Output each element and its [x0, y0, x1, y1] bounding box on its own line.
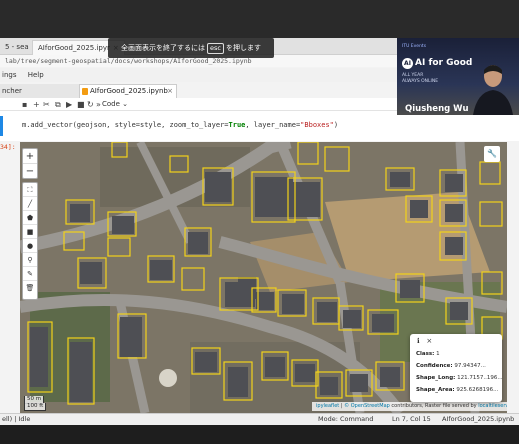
file-name-status: AIforGood_2025.ipynb: [442, 415, 515, 423]
popup-value: 925.6268196...: [456, 387, 499, 393]
events-label: ITU Events: [402, 44, 427, 49]
code-text: , layer_name=: [245, 121, 301, 129]
screen-frame: 5 - sea × AIforGood_2025.ipyr × lab/tree/s…: [0, 0, 519, 444]
popup-value: 97.94347...: [454, 363, 486, 369]
fullscreen-exit-notice: 全画面表示を終了するには esc を押します: [108, 38, 274, 58]
notebook-tab[interactable]: AIforGood_2025.ipynb ×: [79, 84, 177, 98]
tagline: ALL YEAR: [402, 73, 424, 78]
popup-label: Confidence:: [416, 363, 453, 369]
code-string: "Bboxes": [300, 121, 334, 129]
browser-tab-label: 5 - sea: [5, 43, 29, 51]
browser-chrome-top: [0, 0, 519, 38]
presenter-figure: [473, 65, 513, 115]
add-cell-icon[interactable]: +: [33, 99, 40, 110]
esc-key-label: esc: [207, 43, 224, 54]
screen-bottom-edge: [0, 425, 519, 444]
status-bar: ell) | Idle Mode: Command Ln 7, Col 15 A…: [0, 413, 519, 425]
menu-settings[interactable]: ings: [2, 71, 16, 79]
attribution-link[interactable]: ipyleaflet: [316, 403, 339, 409]
zoom-out-button[interactable]: −: [23, 164, 37, 179]
menu-help[interactable]: Help: [28, 71, 44, 79]
popup-label: Shape_Long:: [416, 375, 456, 381]
zoom-control: + −: [22, 148, 38, 179]
presenter-name: Qiusheng Wu: [405, 104, 469, 114]
fullscreen-icon[interactable]: ⛶: [23, 183, 37, 197]
fast-forward-icon[interactable]: »: [96, 99, 101, 110]
delete-icon[interactable]: 🗑: [23, 281, 37, 295]
chevron-down-icon: ⌄: [122, 100, 129, 108]
attribution-text: contributors, Raster file served by: [391, 403, 477, 409]
launcher-label: ncher: [2, 87, 22, 95]
browser-tab-label: AIforGood_2025.ipyr: [38, 44, 110, 52]
polygon-icon[interactable]: ⬟: [23, 211, 37, 225]
notebook-icon: [82, 88, 88, 95]
info-icon[interactable]: ℹ: [417, 337, 420, 345]
code-keyword: True: [228, 121, 246, 129]
close-icon[interactable]: ×: [167, 85, 173, 98]
cell-type-value: Code: [102, 100, 120, 108]
launcher-tab[interactable]: ncher: [0, 84, 79, 98]
edit-icon[interactable]: ✎: [23, 267, 37, 281]
notice-text: 全画面表示を終了するには: [121, 44, 206, 52]
close-icon[interactable]: ×: [426, 337, 432, 345]
output-prompt: 34]:: [0, 143, 16, 151]
active-cell-indicator: [0, 116, 3, 136]
feature-popup: ℹ × Class: 1 Confidence: 97.94347... Sha…: [410, 334, 503, 402]
circle-icon[interactable]: ●: [23, 239, 37, 253]
rectangle-icon[interactable]: ■: [23, 225, 37, 239]
url-text: lab/tree/segment-geospatial/docs/worksho…: [5, 57, 252, 65]
copy-icon[interactable]: ⧉: [55, 99, 61, 110]
stop-icon[interactable]: ■: [77, 99, 85, 110]
save-icon[interactable]: ▪: [22, 99, 27, 110]
code-text: m.add_vector(geojson, style=style, zoom_…: [22, 121, 229, 129]
tagline: ALWAYS ONLINE: [402, 79, 439, 84]
draw-toolbar: ⛶ ╱ ⬟ ■ ● ⚲ ✎ 🗑: [22, 182, 38, 300]
brand-name: AI for Good: [415, 58, 473, 68]
notice-text: を押します: [225, 44, 261, 52]
cursor-position[interactable]: Ln 7, Col 15: [392, 414, 431, 425]
attribution-link[interactable]: © OpenStreetMap: [344, 403, 390, 409]
popup-value: 1: [436, 351, 440, 357]
kernel-status[interactable]: ell) | Idle: [2, 414, 30, 425]
cut-icon[interactable]: ✂: [43, 99, 50, 110]
marker-icon[interactable]: ⚲: [23, 253, 37, 267]
restart-icon[interactable]: ↻: [87, 99, 94, 110]
popup-value: 121.7157..196...: [457, 375, 503, 381]
wrench-icon[interactable]: 🔧: [484, 146, 500, 162]
popup-label: Class:: [416, 351, 435, 357]
ai-for-good-logo: AI AI for Good: [402, 58, 472, 69]
presenter-video: ITU Events AI AI for Good ALL YEAR ALWAYS…: [397, 38, 519, 115]
polyline-icon[interactable]: ╱: [23, 197, 37, 211]
popup-label: Shape_Area:: [416, 387, 455, 393]
attribution-link[interactable]: localtileserver: [478, 403, 507, 409]
mode-status: Mode: Command: [318, 415, 374, 423]
notebook-tab-label: AIforGood_2025.ipynb: [90, 87, 168, 95]
code-line: m.add_vector(geojson, style=style, zoom_…: [22, 121, 338, 129]
run-icon[interactable]: ▶: [66, 99, 72, 110]
zoom-in-button[interactable]: +: [23, 149, 37, 164]
map-attribution: ipyleaflet | © OpenStreetMap contributor…: [312, 402, 507, 411]
cell-type-select[interactable]: Code ⌄: [102, 99, 128, 110]
code-cell[interactable]: m.add_vector(geojson, style=style, zoom_…: [0, 111, 519, 141]
scale-bar-imperial: 100 ft: [24, 403, 47, 411]
code-text: ): [333, 121, 339, 129]
ai-badge-icon: AI: [402, 58, 413, 69]
